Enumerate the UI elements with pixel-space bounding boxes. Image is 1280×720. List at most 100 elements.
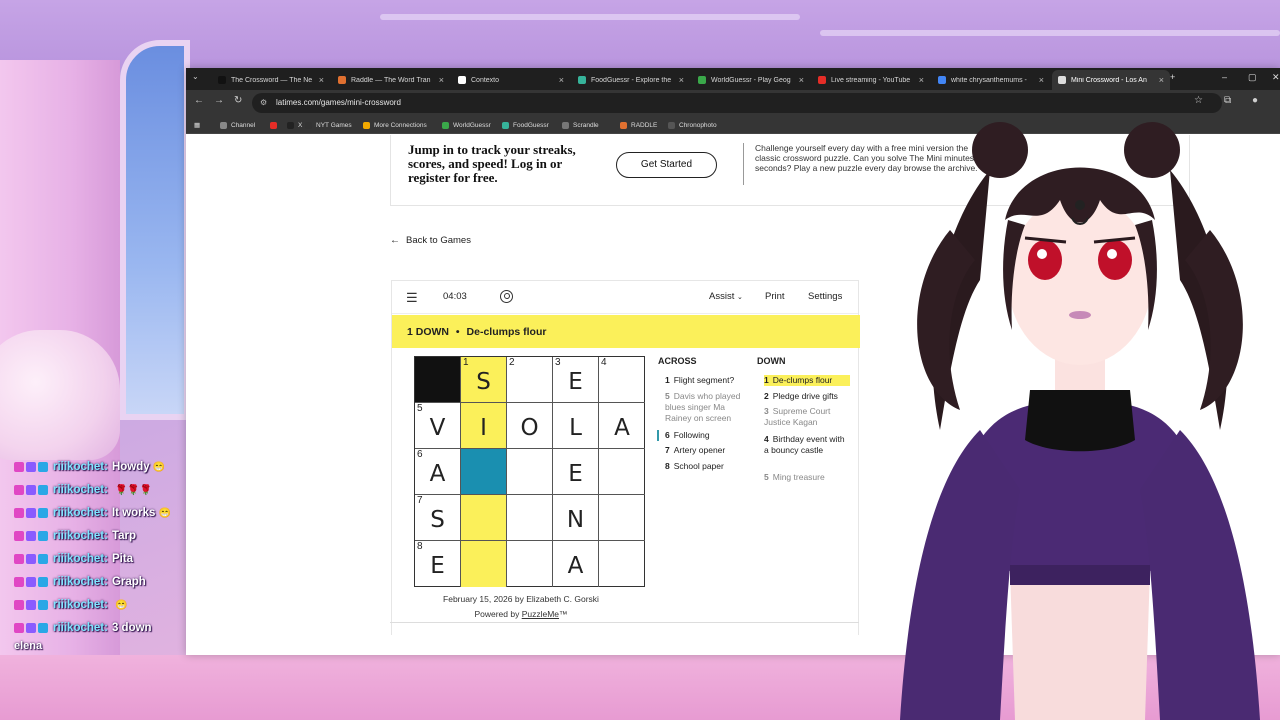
grid-cell[interactable] [507,449,553,495]
grid-cell[interactable]: 7S [415,495,461,541]
apps-icon[interactable]: ▦ [194,119,200,131]
puzzleme-link[interactable]: PuzzleMe [522,609,559,619]
close-tab-icon[interactable]: × [559,75,564,85]
clue-text: School paper [673,461,724,471]
get-started-button[interactable]: Get Started [616,152,717,178]
browser-tab[interactable]: Raddle — The Word Tran × [332,70,450,90]
close-tab-icon[interactable]: × [439,75,444,85]
browser-tab[interactable]: Mini Crossword - Los An × [1052,70,1170,90]
grid-cell[interactable]: E [553,449,599,495]
close-tab-icon[interactable]: × [1039,75,1044,85]
bookmark-item[interactable]: NYT Games [305,119,352,131]
grid-cell[interactable]: 4 [599,357,645,403]
sky-window [120,40,190,420]
close-tab-icon[interactable]: × [799,75,804,85]
grid-cell[interactable] [461,541,507,587]
down-clue[interactable]: 1 De-clumps flour [764,375,850,386]
bookmark-item[interactable] [270,119,281,131]
bookmark-item[interactable]: Scrandle [562,119,599,131]
current-clue-bar[interactable]: 1 DOWN • De-clumps flour [392,315,860,348]
down-clue[interactable]: 5 Ming treasure [764,472,850,483]
down-clue[interactable]: 3 Supreme Court Justice Kagan [764,406,850,428]
grid-cell[interactable] [599,541,645,587]
down-clue[interactable]: 2 Pledge drive gifts [764,391,850,402]
bookmark-label: NYT Games [316,121,352,129]
across-clue[interactable]: 1 Flight segment? [665,375,745,386]
clue-number: 7 [665,445,670,455]
heart-badge-icon [14,485,24,495]
across-clue[interactable]: 8 School paper [665,461,745,472]
back-icon[interactable]: ← [194,95,204,106]
new-tab-icon[interactable]: + [1170,72,1175,82]
cell-letter: L [569,415,582,441]
close-tab-icon[interactable]: × [679,75,684,85]
assist-menu[interactable]: Assist ⌄ [709,291,743,302]
grid-cell[interactable] [461,495,507,541]
account-icon[interactable] [500,290,513,303]
profile-icon[interactable]: ● [1252,95,1258,106]
close-tab-icon[interactable]: × [1159,75,1164,85]
site-info-icon[interactable]: ⚙ [260,93,267,113]
maximize-icon[interactable]: ▢ [1248,72,1257,83]
grid-cell[interactable]: I [461,403,507,449]
bookmark-item[interactable]: More Connections [363,119,427,131]
grid-cell[interactable] [507,495,553,541]
grid-cell[interactable]: L [553,403,599,449]
heart-badge-icon [14,554,24,564]
bookmark-item[interactable]: RADDLE [620,119,657,131]
bookmark-item[interactable]: Channel [220,119,255,131]
grid-cell[interactable]: 1S [461,357,507,403]
bookmark-item[interactable]: Chronophoto [668,119,717,131]
bookmark-item[interactable]: WorldGuessr [442,119,491,131]
print-button[interactable]: Print [765,291,785,302]
browser-tab[interactable]: Contexto × [452,70,570,90]
grid-cell[interactable]: 5V [415,403,461,449]
across-clue[interactable]: 6 Following [657,430,737,441]
crown-badge-icon [38,554,48,564]
minimize-icon[interactable]: – [1222,72,1227,82]
tab-list-icon[interactable]: ⌄ [192,72,199,81]
grid-cell[interactable]: 6A [415,449,461,495]
settings-button[interactable]: Settings [808,291,842,302]
bookmark-label: Scrandle [573,121,599,129]
grid-cell[interactable]: 2 [507,357,553,403]
browser-tab[interactable]: white chrysanthemums - × [932,70,1050,90]
menu-icon[interactable]: ☰ [406,290,418,306]
grid-cell[interactable]: 8E [415,541,461,587]
browser-tab[interactable]: FoodGuessr - Explore the × [572,70,690,90]
bookmark-label: Channel [231,121,256,129]
chat-message: riiikochet: Pita [14,550,136,568]
cell-letter: A [429,461,446,487]
close-tab-icon[interactable]: × [319,75,324,85]
bookmark-item[interactable]: X [287,119,302,131]
crown-badge-icon [38,600,48,610]
browser-tab[interactable]: Live streaming - YouTube × [812,70,930,90]
grid-cell[interactable]: A [553,541,599,587]
grid-cell[interactable] [507,541,553,587]
grid-cell[interactable]: 3E [553,357,599,403]
close-tab-icon[interactable]: × [919,75,924,85]
down-clue[interactable]: 4 Birthday event with a bouncy castle [764,434,850,456]
grid-cell[interactable]: O [507,403,553,449]
grid-cell[interactable]: A [599,403,645,449]
across-clue[interactable]: 7 Artery opener [665,445,745,456]
heart-badge-icon [14,623,24,633]
grid-cell[interactable] [599,449,645,495]
across-clue[interactable]: 5 Davis who played blues singer Ma Rainey… [665,391,745,424]
back-to-games-link[interactable]: ← Back to Games [390,235,471,246]
star-badge-icon [26,485,36,495]
extensions-icon[interactable]: ⧉ [1224,95,1231,106]
browser-tab[interactable]: The Crossword — The Ne × [212,70,330,90]
grid-cell[interactable] [461,449,507,495]
bookmark-star-icon[interactable]: ☆ [1194,95,1203,106]
grid-cell[interactable] [599,495,645,541]
close-window-icon[interactable]: ✕ [1272,72,1280,83]
grid-cell[interactable]: N [553,495,599,541]
bookmark-item[interactable]: FoodGuessr [502,119,549,131]
favicon-icon [698,76,706,84]
chat-text: 3 down [111,622,152,634]
browser-tab[interactable]: WorldGuessr - Play Geog × [692,70,810,90]
forward-icon[interactable]: → [214,95,224,106]
reload-icon[interactable]: ↻ [234,95,242,106]
chat-text: It works [111,507,156,519]
